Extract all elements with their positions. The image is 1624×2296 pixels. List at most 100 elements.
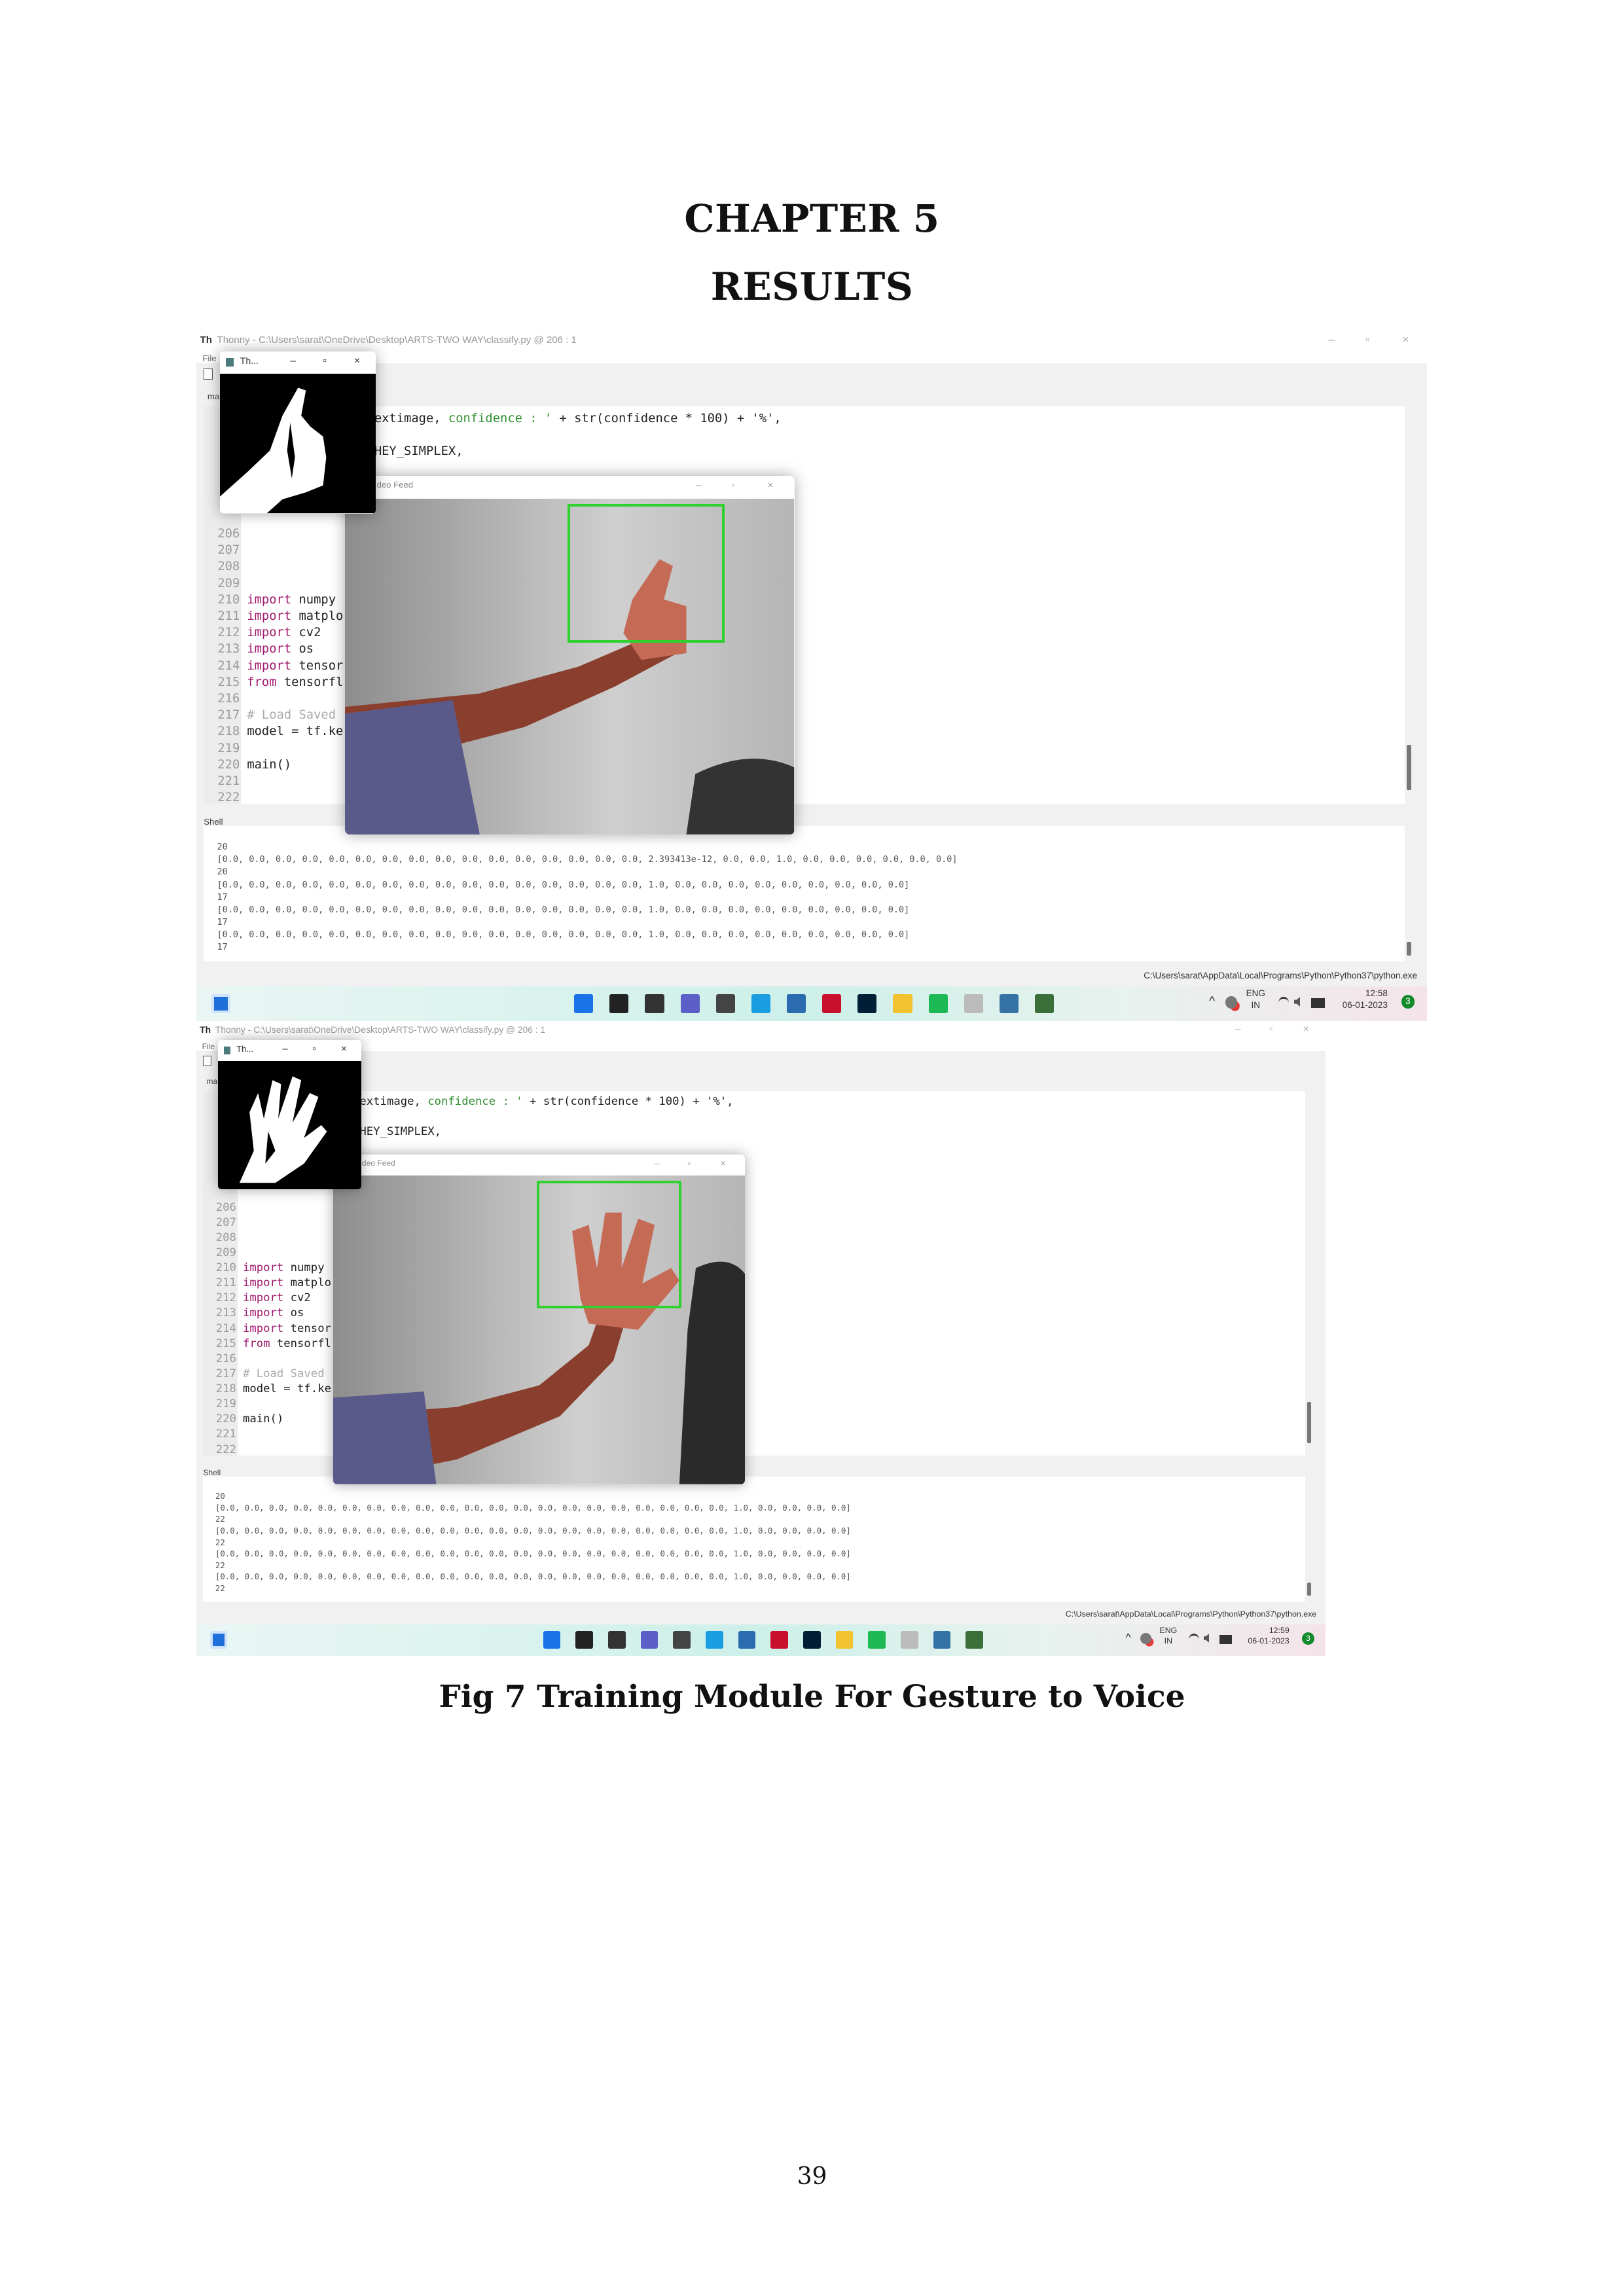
editor-scrollbar[interactable]	[1406, 745, 1411, 790]
thonny-icon[interactable]	[964, 994, 983, 1013]
minimize-button[interactable]: –	[1235, 1024, 1241, 1035]
minimize-button[interactable]: –	[655, 1158, 660, 1168]
line-number: 214	[215, 1321, 236, 1335]
edge-icon[interactable]	[705, 1631, 723, 1649]
onedrive-icon[interactable]	[1225, 996, 1238, 1009]
app-icon[interactable]	[965, 1631, 984, 1649]
mcafee-icon[interactable]	[822, 994, 842, 1013]
volume-icon[interactable]	[1203, 1634, 1210, 1643]
code-fragment: HEY_SIMPLEX,	[359, 1125, 442, 1139]
editor-tab[interactable]: ma	[208, 391, 219, 401]
battery-icon[interactable]	[1219, 1634, 1233, 1644]
shell-console[interactable]: 20 [0.0, 0.0, 0.0, 0.0, 0.0, 0.0, 0.0, 0.…	[204, 826, 1405, 962]
spotify-icon[interactable]	[868, 1631, 886, 1649]
search-icon[interactable]	[609, 994, 629, 1013]
volume-icon[interactable]	[1293, 997, 1301, 1007]
threshold-window[interactable]: Th... – ▫ ×	[219, 351, 376, 514]
battery-icon[interactable]	[1311, 997, 1326, 1008]
notification-badge[interactable]: 3	[1401, 995, 1415, 1009]
maximize-button[interactable]: ▫	[312, 1044, 316, 1054]
thonny-icon[interactable]	[901, 1631, 918, 1649]
new-file-icon[interactable]	[204, 368, 213, 380]
minimize-button[interactable]: –	[696, 480, 701, 491]
video-feed-window[interactable]: deo Feed – ▫ ×	[345, 475, 795, 835]
code-fragment: extimage, confidence : ' + str(confidenc…	[359, 1094, 733, 1109]
task-view-icon[interactable]	[607, 1631, 626, 1649]
close-button[interactable]: ×	[354, 355, 360, 367]
teams-chat-icon[interactable]	[640, 1631, 659, 1649]
photoshop-icon[interactable]	[857, 994, 877, 1013]
show-hidden-icons-chevron[interactable]: ^	[1209, 995, 1215, 1007]
shell-tab[interactable]: Shell	[204, 817, 223, 827]
edge-icon[interactable]	[751, 994, 770, 1013]
code-text: import matplo	[247, 608, 343, 624]
store-icon[interactable]	[738, 1631, 756, 1649]
close-button[interactable]: ×	[721, 1158, 726, 1168]
menu-file[interactable]: File	[202, 353, 216, 363]
video-feed-title: deo Feed	[361, 1158, 395, 1168]
python-icon[interactable]	[999, 994, 1019, 1013]
mcafee-icon[interactable]	[770, 1631, 789, 1649]
threshold-window[interactable]: Th... – ▫ ×	[217, 1040, 361, 1190]
close-button[interactable]: ×	[767, 480, 773, 491]
code-rest: model = tf.ke	[247, 725, 344, 739]
shell-console[interactable]: 20 [0.0, 0.0, 0.0, 0.0, 0.0, 0.0, 0.0, 0.…	[203, 1477, 1305, 1602]
line-number: 213	[215, 1306, 236, 1320]
code-text: extimage,	[359, 1094, 428, 1108]
store-icon[interactable]	[787, 994, 806, 1013]
windows-start-icon[interactable]	[574, 994, 594, 1013]
hand-detection-box	[537, 1181, 681, 1308]
dell-icon[interactable]	[715, 994, 735, 1013]
minimize-button[interactable]: –	[282, 1044, 287, 1054]
maximize-button[interactable]: ▫	[1269, 1024, 1273, 1035]
teams-chat-icon[interactable]	[680, 994, 700, 1013]
editor-scrollbar[interactable]	[1307, 1402, 1311, 1444]
shell-output-line: [0.0, 0.0, 0.0, 0.0, 0.0, 0.0, 0.0, 0.0,…	[215, 1502, 851, 1513]
wifi-icon[interactable]	[1278, 997, 1290, 1010]
wifi-icon[interactable]	[1189, 1634, 1199, 1646]
shell-tab[interactable]: Shell	[203, 1468, 221, 1477]
python-icon[interactable]	[933, 1631, 951, 1649]
clock[interactable]: 12:58 06-01-2023	[1343, 989, 1388, 1009]
maximize-button[interactable]: ▫	[732, 480, 735, 491]
threshold-window-title: Th...	[240, 355, 259, 366]
language-indicator[interactable]: ENG IN	[1159, 1626, 1177, 1645]
video-feed-window[interactable]: deo Feed – ▫ ×	[333, 1154, 746, 1485]
photoshop-icon[interactable]	[803, 1631, 821, 1649]
minimize-button[interactable]: –	[290, 355, 296, 367]
menu-file[interactable]: File	[202, 1042, 215, 1051]
windows-start-icon[interactable]	[543, 1631, 561, 1649]
maximize-button[interactable]: ▫	[1365, 333, 1369, 346]
new-file-icon[interactable]	[203, 1056, 211, 1067]
shell-output-line: 17	[217, 942, 228, 953]
show-hidden-icons-chevron[interactable]: ^	[1126, 1632, 1131, 1643]
onedrive-icon[interactable]	[1140, 1633, 1152, 1645]
widgets-icon[interactable]	[209, 1631, 228, 1649]
shell-scrollbar[interactable]	[1406, 941, 1411, 956]
clock-date: 06-01-2023	[1248, 1636, 1290, 1646]
line-number: 217	[217, 708, 240, 723]
notification-badge[interactable]: 3	[1301, 1632, 1314, 1645]
close-button[interactable]: ×	[341, 1044, 347, 1054]
dell-icon[interactable]	[673, 1631, 691, 1649]
shell-scrollbar[interactable]	[1307, 1583, 1311, 1596]
file-explorer-icon[interactable]	[893, 994, 912, 1013]
code-rest: numpy	[291, 592, 336, 607]
line-number: 211	[215, 1276, 236, 1290]
close-button[interactable]: ×	[1303, 1024, 1309, 1035]
code-rest: cv2	[291, 626, 321, 640]
task-view-icon[interactable]	[645, 994, 664, 1013]
file-explorer-icon[interactable]	[835, 1631, 854, 1649]
spotify-icon[interactable]	[928, 994, 948, 1013]
minimize-button[interactable]: –	[1329, 333, 1335, 346]
maximize-button[interactable]: ▫	[323, 355, 327, 367]
close-button[interactable]: ×	[1402, 333, 1409, 346]
search-icon[interactable]	[575, 1631, 593, 1649]
widgets-icon[interactable]	[211, 994, 230, 1013]
editor-tab[interactable]: ma	[207, 1077, 218, 1086]
maximize-button[interactable]: ▫	[687, 1158, 691, 1168]
app-icon[interactable]	[1035, 994, 1055, 1013]
taskbar: ^ ENG IN 12:59 06-01-2023 3	[196, 1624, 1326, 1656]
clock[interactable]: 12:59 06-01-2023	[1248, 1626, 1289, 1645]
language-indicator[interactable]: ENG IN	[1246, 989, 1265, 1009]
